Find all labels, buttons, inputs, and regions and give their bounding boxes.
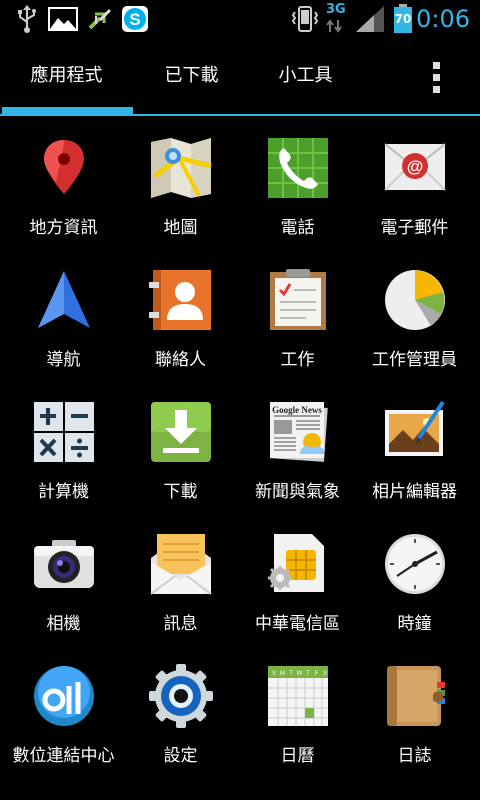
tab-widgets[interactable]: 小工具: [247, 40, 364, 112]
tab-apps[interactable]: 應用程式: [0, 40, 133, 112]
app-label: 相機: [46, 614, 81, 634]
calendar-day-label: F: [315, 671, 319, 677]
calculator-icon: [34, 402, 94, 462]
signal-icon: [356, 6, 384, 32]
battery-icon: 70: [392, 4, 414, 34]
calendar-icon: S M T W T F S: [268, 666, 328, 726]
tab-downloaded[interactable]: 已下載: [133, 40, 250, 112]
app-label: 相片編輯器: [372, 482, 457, 502]
settings-gear-icon: [149, 664, 213, 728]
app-clock[interactable]: 時鐘: [356, 532, 473, 664]
usb-icon: [18, 5, 36, 33]
app-messaging[interactable]: 訊息: [122, 532, 239, 664]
app-label: 工作管理員: [372, 350, 457, 370]
camera-icon: [34, 540, 94, 588]
news-weather-icon: Google News: [270, 402, 328, 462]
app-label: 中華電信區: [255, 614, 340, 634]
app-chunghwa-telecom[interactable]: 中華電信區: [239, 532, 356, 664]
photo-editor-icon: [385, 400, 445, 456]
app-label: 下載: [163, 482, 198, 502]
picture-icon: [48, 7, 78, 31]
notebook-icon: [387, 666, 445, 726]
email-icon: @: [384, 143, 446, 191]
app-label: 導航: [46, 350, 81, 370]
sim-gear-icon: [268, 534, 324, 592]
app-settings[interactable]: 設定: [122, 664, 239, 796]
calendar-day-label: W: [297, 671, 303, 677]
app-digital-connect[interactable]: 數位連結中心: [5, 664, 122, 796]
contacts-icon: [149, 270, 211, 330]
overflow-menu-button[interactable]: [420, 60, 454, 96]
calendar-day-label: T: [306, 671, 310, 677]
maps-icon: [151, 138, 212, 198]
network-type-label: 3G: [326, 2, 346, 17]
task-manager-pie-icon: [385, 270, 445, 330]
app-calculator[interactable]: 計算機: [5, 400, 122, 532]
calendar-day-label: S: [272, 671, 276, 677]
app-label: 訊息: [163, 614, 198, 634]
messaging-icon: [150, 534, 212, 595]
clock: 0:06: [416, 5, 470, 33]
app-task-manager[interactable]: 工作管理員: [356, 268, 473, 400]
sync-arrows-icon: [88, 8, 112, 30]
app-label: 日誌: [397, 746, 432, 766]
tasks-clipboard-icon: [270, 269, 326, 330]
app-label: 數位連結中心: [12, 746, 115, 766]
app-label: 工作: [280, 350, 315, 370]
app-tasks[interactable]: 工作: [239, 268, 356, 400]
calendar-day-label: M: [280, 671, 285, 677]
app-label: 時鐘: [397, 614, 432, 634]
app-news-weather[interactable]: Google News 新聞與氣象: [239, 400, 356, 532]
app-email[interactable]: @ 電子郵件: [356, 136, 473, 268]
app-label: 電話: [280, 218, 315, 238]
download-icon: [151, 402, 211, 462]
app-maps[interactable]: 地圖: [122, 136, 239, 268]
phone-icon: [268, 138, 328, 198]
app-contacts[interactable]: 聯絡人: [122, 268, 239, 400]
app-label: 地圖: [163, 218, 198, 238]
app-label: 新聞與氣象: [255, 482, 340, 502]
calendar-day-label: S: [323, 671, 327, 677]
battery-level: 70: [394, 12, 412, 26]
app-phone[interactable]: 電話: [239, 136, 356, 268]
app-label: 日曆: [280, 746, 315, 766]
app-label: 地方資訊: [29, 218, 98, 238]
app-places[interactable]: 地方資訊: [5, 136, 122, 268]
app-calendar[interactable]: S M T W T F S 日曆: [239, 664, 356, 796]
app-notebook[interactable]: 日誌: [356, 664, 473, 796]
app-navigation[interactable]: 導航: [5, 268, 122, 400]
status-bar[interactable]: S 3G 70 0:06: [0, 0, 480, 40]
app-label: 電子郵件: [380, 218, 449, 238]
tab-selected-indicator: [2, 107, 133, 115]
svg-text:@: @: [407, 157, 424, 176]
digital-connect-icon: [34, 666, 94, 726]
vibrate-icon: [291, 6, 319, 32]
svg-text:S: S: [129, 10, 140, 29]
app-label: 設定: [163, 746, 198, 766]
app-label: 計算機: [38, 482, 89, 502]
app-camera[interactable]: 相機: [5, 532, 122, 664]
skype-icon: S: [122, 6, 148, 32]
app-photo-editor[interactable]: 相片編輯器: [356, 400, 473, 532]
app-downloads[interactable]: 下載: [122, 400, 239, 532]
navigation-arrow-icon: [38, 271, 90, 328]
places-pin-icon: [44, 140, 84, 194]
tab-bar: 應用程式 已下載 小工具: [0, 40, 480, 116]
clock-icon: [385, 534, 445, 594]
calendar-day-label: T: [289, 671, 293, 677]
data-activity-icon: 3G: [324, 2, 354, 34]
news-masthead: Google News: [272, 405, 322, 415]
app-label: 聯絡人: [155, 350, 206, 370]
